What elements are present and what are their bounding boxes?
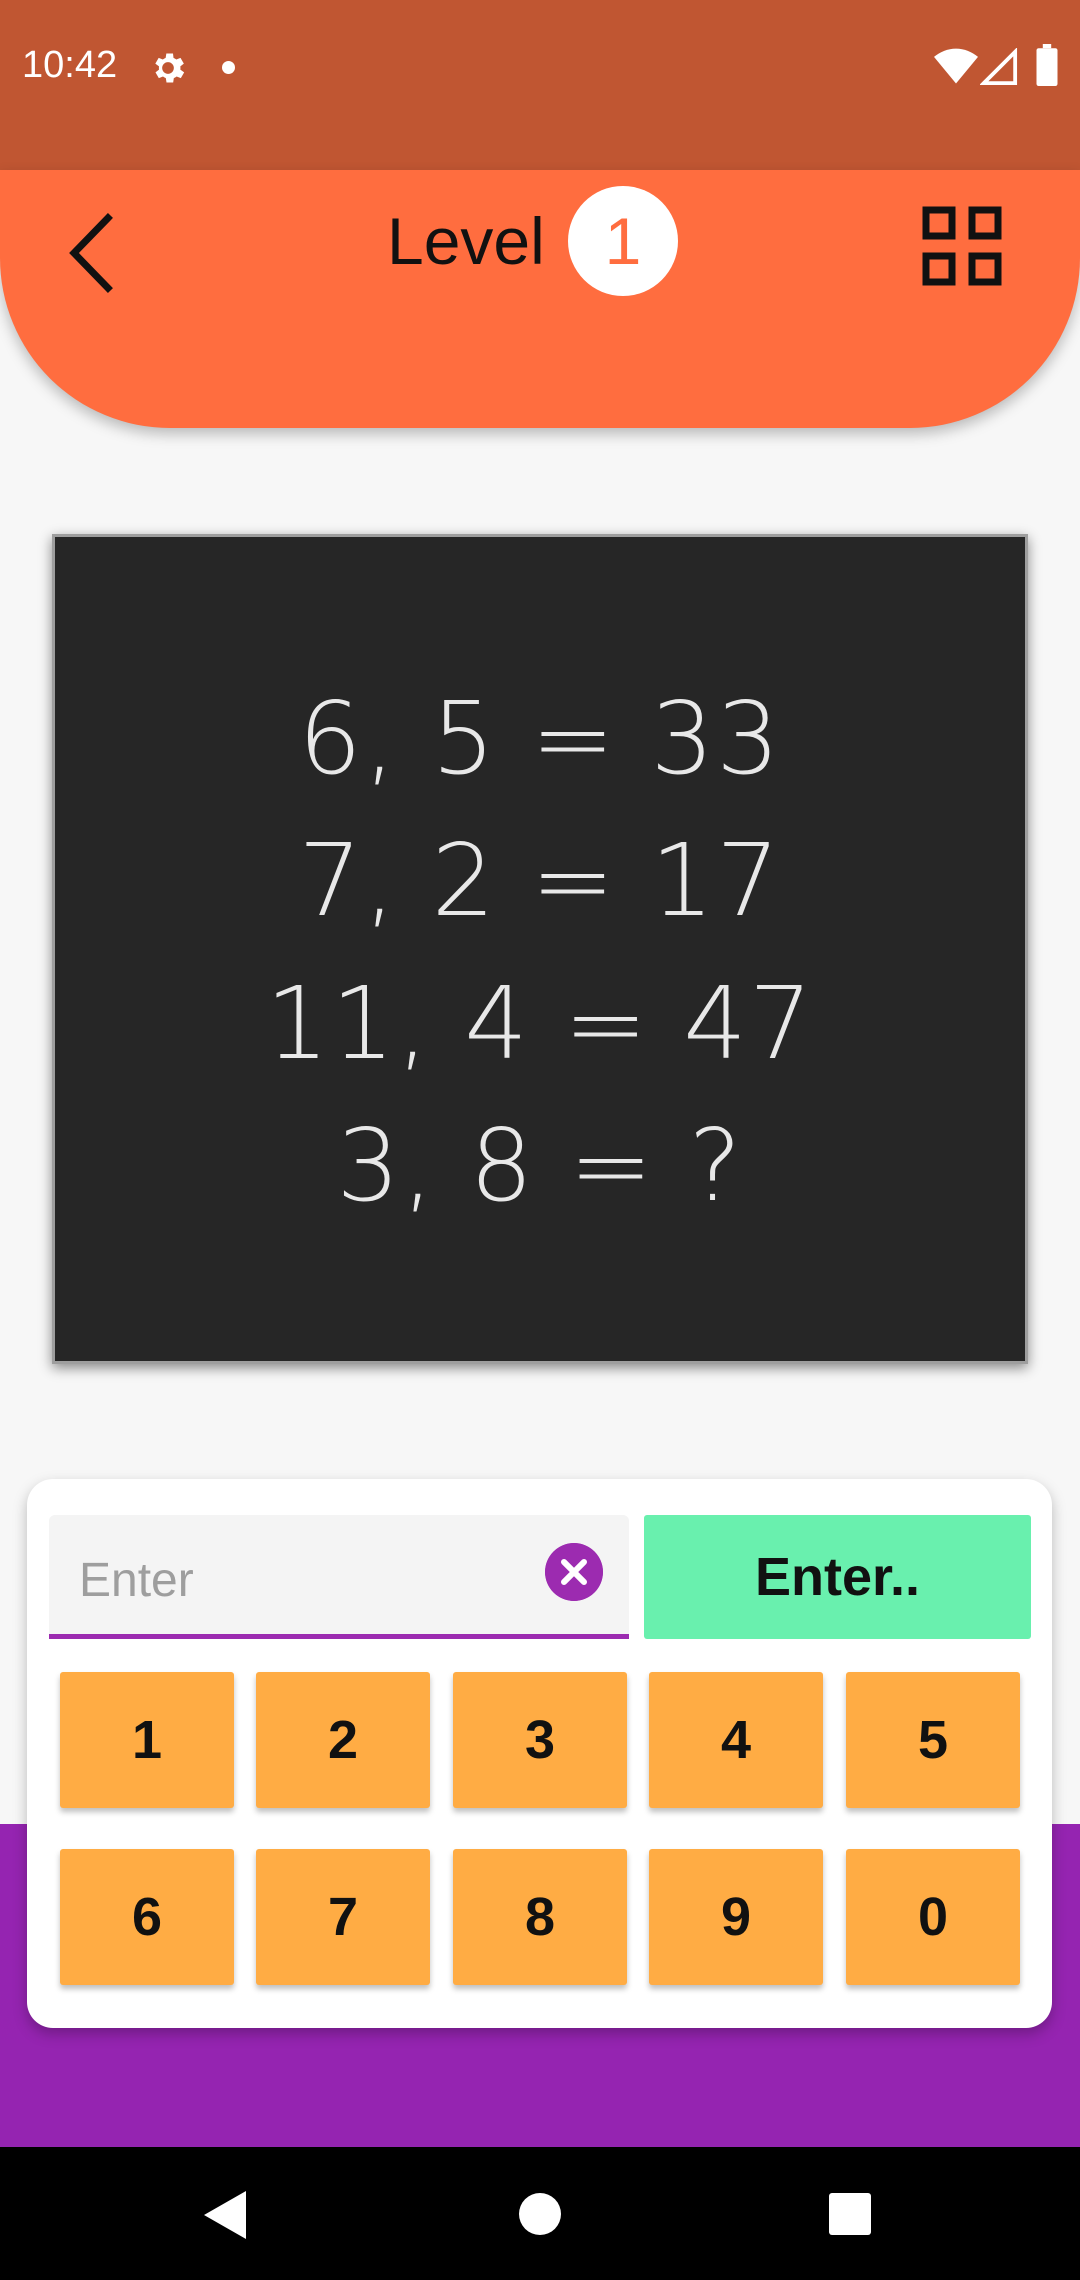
- cell-signal-icon: [980, 48, 1018, 86]
- settings-icon: [155, 53, 185, 83]
- key-7[interactable]: 7: [256, 1849, 430, 1985]
- clear-x-icon[interactable]: [545, 1543, 603, 1601]
- puzzle-question: 3, 8 = ?: [336, 1107, 744, 1224]
- level-number-badge: 1: [568, 186, 678, 296]
- key-2[interactable]: 2: [256, 1672, 430, 1808]
- answer-keypad-card: Enter.. 1 2 3 4 5 6 7 8 9 0: [27, 1479, 1052, 2028]
- key-6[interactable]: 6: [60, 1849, 234, 1985]
- status-time: 10:42: [22, 44, 118, 86]
- answer-input[interactable]: [79, 1545, 519, 1615]
- level-title: Level: [387, 204, 545, 278]
- grid-icon[interactable]: [922, 206, 1002, 286]
- nav-back-icon[interactable]: [202, 2189, 250, 2241]
- enter-button[interactable]: Enter..: [644, 1515, 1031, 1639]
- battery-icon: [1036, 44, 1058, 86]
- nav-home-icon[interactable]: [519, 2193, 561, 2235]
- puzzle-equation-1: 6, 5 = 33: [298, 680, 782, 797]
- key-8[interactable]: 8: [453, 1849, 627, 1985]
- status-bar: 10:42: [0, 0, 1080, 170]
- nav-recents-icon[interactable]: [829, 2193, 871, 2235]
- key-1[interactable]: 1: [60, 1672, 234, 1808]
- puzzle-equation-3: 11, 4 = 47: [265, 965, 815, 1082]
- key-3[interactable]: 3: [453, 1672, 627, 1808]
- answer-field: [49, 1515, 629, 1639]
- puzzle-board: 6, 5 = 33 7, 2 = 17 11, 4 = 47 3, 8 = ?: [52, 534, 1028, 1364]
- key-0[interactable]: 0: [846, 1849, 1020, 1985]
- key-5[interactable]: 5: [846, 1672, 1020, 1808]
- key-9[interactable]: 9: [649, 1849, 823, 1985]
- system-nav-bar: [0, 2147, 1080, 2280]
- wifi-icon: [934, 48, 978, 84]
- key-4[interactable]: 4: [649, 1672, 823, 1808]
- app-screen: 10:42 Level 1 6, 5 = 33 7, 2 = 17 11, 4 …: [0, 0, 1080, 2280]
- puzzle-equation-2: 7, 2 = 17: [298, 822, 782, 939]
- level-header: Level 1: [0, 170, 1080, 428]
- notification-dot-icon: [222, 61, 235, 74]
- back-arrow-icon[interactable]: [58, 208, 128, 298]
